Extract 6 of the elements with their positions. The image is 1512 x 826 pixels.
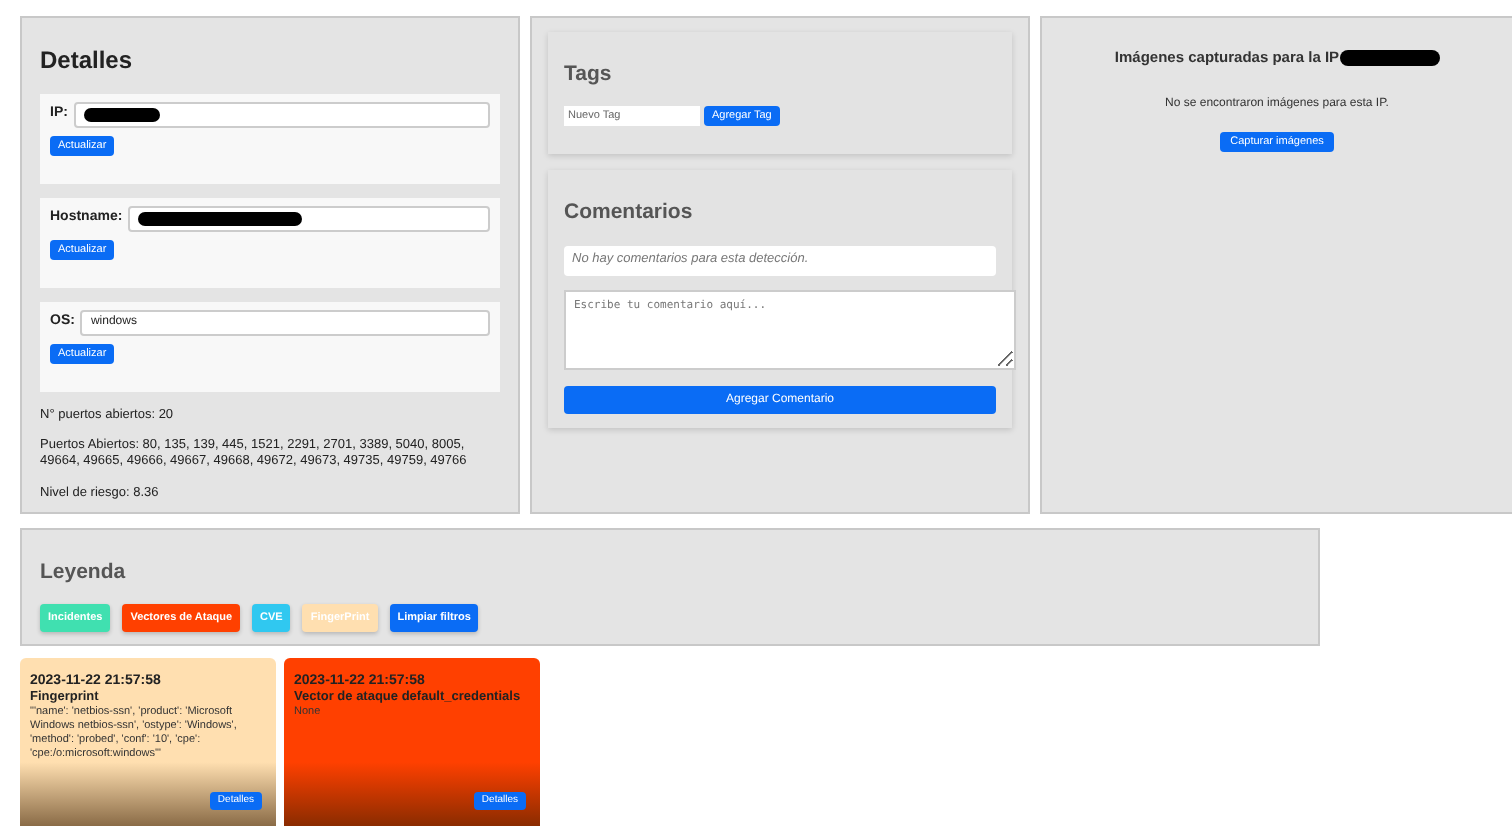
- card-title: Comentarios: [564, 198, 695, 228]
- card-title: Tags: [564, 60, 614, 90]
- panel-title: Leyenda: [40, 558, 128, 588]
- input-field[interactable]: [128, 206, 490, 232]
- panel-title: Detalles: [40, 44, 135, 78]
- input-field[interactable]: [73, 102, 490, 128]
